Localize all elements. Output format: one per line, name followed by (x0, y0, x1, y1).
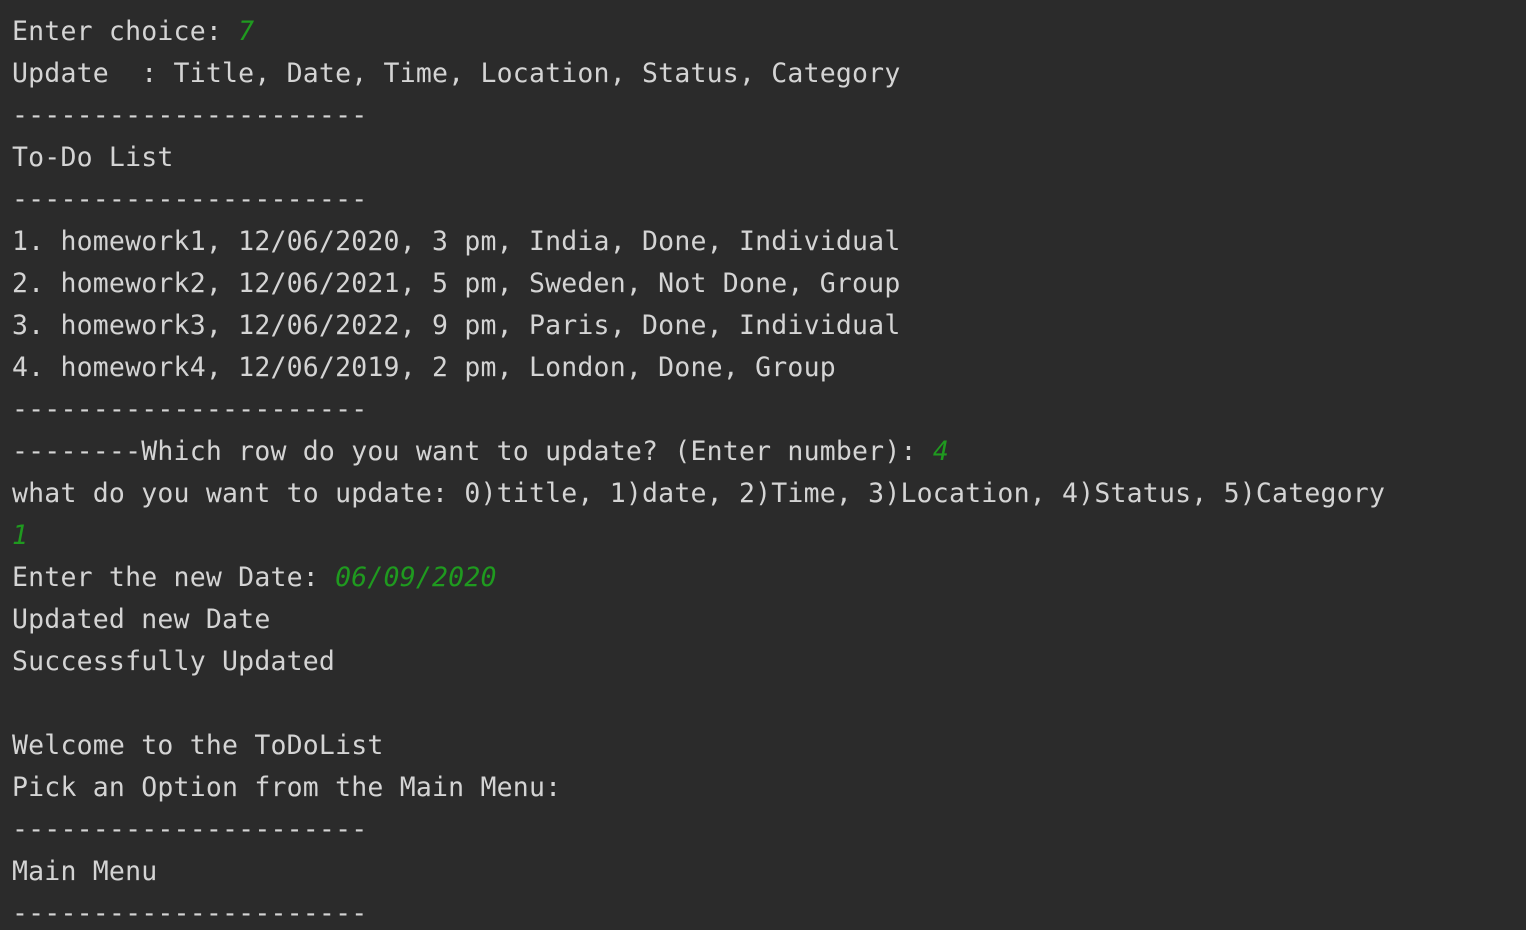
output-text: 2. homework2, 12/06/2021, 5 pm, Sweden, … (12, 268, 901, 299)
console-line: ---------------------- (12, 389, 1512, 431)
console-line: Main Menu (12, 851, 1512, 893)
console-line: 1. homework1, 12/06/2020, 3 pm, India, D… (12, 221, 1512, 263)
user-input: 4 (932, 436, 949, 467)
output-text: ---------------------- (12, 394, 368, 425)
output-text: Update : Title, Date, Time, Location, St… (12, 58, 901, 89)
output-text: 4. homework4, 12/06/2019, 2 pm, London, … (12, 352, 836, 383)
console-line: Enter the new Date: 06/09/2020 (12, 557, 1512, 599)
console-line: 4. homework4, 12/06/2019, 2 pm, London, … (12, 347, 1512, 389)
console-line: what do you want to update: 0)title, 1)d… (12, 473, 1512, 515)
user-input: 1 (12, 520, 29, 551)
console-line: ---------------------- (12, 179, 1512, 221)
console-line: Pick an Option from the Main Menu: (12, 767, 1512, 809)
output-text: ---------------------- (12, 184, 368, 215)
console-line: --------Which row do you want to update?… (12, 431, 1512, 473)
console-line: Update : Title, Date, Time, Location, St… (12, 53, 1512, 95)
console-line: Welcome to the ToDoList (12, 725, 1512, 767)
console-line: Enter choice: 7 (12, 11, 1512, 53)
console-line: Successfully Updated (12, 641, 1512, 683)
output-text: ---------------------- (12, 100, 368, 131)
output-text: 3. homework3, 12/06/2022, 9 pm, Paris, D… (12, 310, 901, 341)
output-text: Updated new Date (12, 604, 271, 635)
output-text: ---------------------- (12, 814, 368, 845)
output-text: To-Do List (12, 142, 174, 173)
console-line: 3. homework3, 12/06/2022, 9 pm, Paris, D… (12, 305, 1512, 347)
output-text: Main Menu (12, 856, 158, 887)
output-text: --------Which row do you want to update?… (12, 436, 933, 467)
output-text: what do you want to update: 0)title, 1)d… (12, 478, 1386, 509)
console-line: To-Do List (12, 137, 1512, 179)
console-line: ---------------------- (12, 809, 1512, 851)
output-text: Enter choice: (12, 16, 239, 47)
console-line: ---------------------- (12, 893, 1512, 926)
console-line: 1 (12, 515, 1512, 557)
user-input: 06/09/2020 (335, 562, 497, 593)
user-input: 7 (238, 16, 255, 47)
output-text: Successfully Updated (12, 646, 336, 677)
output-text: ---------------------- (12, 898, 368, 926)
output-text: Pick an Option from the Main Menu: (12, 772, 562, 803)
console-line: ---------------------- (12, 95, 1512, 137)
console-line: Updated new Date (12, 599, 1512, 641)
console-output[interactable]: Enter choice: 7 Update : Title, Date, Ti… (12, 11, 1512, 926)
output-text: Welcome to the ToDoList (12, 730, 384, 761)
console-line: 2. homework2, 12/06/2021, 5 pm, Sweden, … (12, 263, 1512, 305)
output-text: 1. homework1, 12/06/2020, 3 pm, India, D… (12, 226, 901, 257)
output-text: Enter the new Date: (12, 562, 336, 593)
